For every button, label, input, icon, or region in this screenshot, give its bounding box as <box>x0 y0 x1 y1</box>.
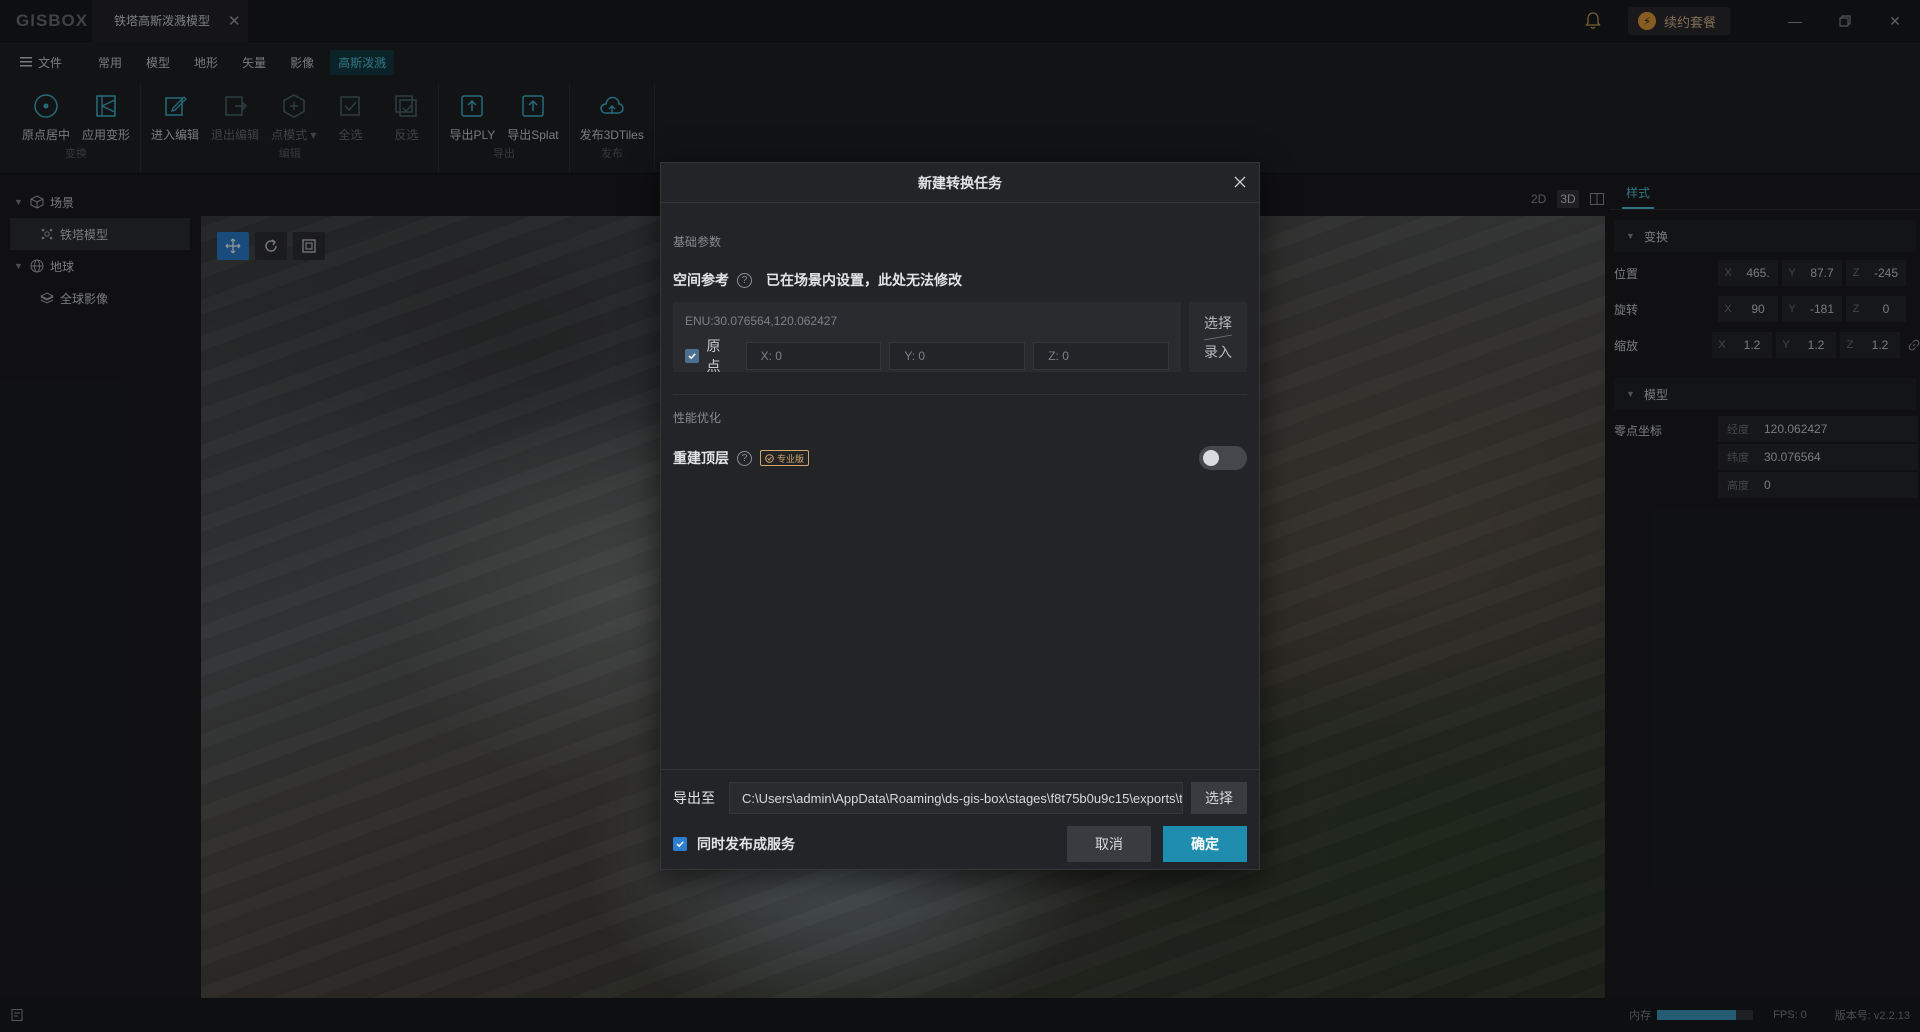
toggle-knob <box>1203 450 1219 466</box>
select-or-input-toggle[interactable]: 选择 录入 <box>1189 302 1247 372</box>
confirm-button[interactable]: 确定 <box>1163 826 1247 862</box>
origin-label: 原点 <box>706 338 721 374</box>
origin-checkbox[interactable] <box>685 349 699 363</box>
rebuild-top-toggle[interactable] <box>1199 446 1247 470</box>
rebuild-top-label: 重建顶层 <box>673 450 729 466</box>
pro-badge: 专业版 <box>760 450 810 466</box>
spatial-reference-note: 已在场景内设置，此处无法修改 <box>766 272 962 288</box>
enu-value: ENU:30.076564,120.062427 <box>685 314 838 328</box>
origin-y-input[interactable]: Y: 0 <box>889 342 1026 370</box>
new-conversion-task-dialog: 新建转换任务 基础参数 空间参考 ? 已在场景内设置，此处无法修改 ENU:30… <box>660 162 1260 870</box>
basic-params-section-title: 基础参数 <box>673 235 722 249</box>
cancel-button[interactable]: 取消 <box>1067 826 1151 862</box>
check-circle-icon <box>765 453 774 463</box>
export-path-select-button[interactable]: 选择 <box>1191 782 1247 814</box>
help-icon[interactable]: ? <box>737 272 752 288</box>
export-path-input[interactable]: C:\Users\admin\AppData\Roaming\ds-gis-bo… <box>729 782 1183 814</box>
section-divider <box>673 394 1247 395</box>
spatial-reference-label: 空间参考 <box>673 272 729 288</box>
origin-x-input[interactable]: X: 0 <box>745 342 882 370</box>
dialog-close-icon[interactable] <box>1233 175 1247 189</box>
input-option[interactable]: 录入 <box>1204 342 1232 362</box>
publish-service-checkbox[interactable] <box>673 837 687 851</box>
divider <box>1204 334 1232 340</box>
spatial-reference-box: ENU:30.076564,120.062427 原点 X: 0 Y: 0 Z:… <box>673 302 1181 374</box>
help-icon[interactable]: ? <box>737 450 752 466</box>
dialog-title: 新建转换任务 <box>918 174 1002 191</box>
select-option[interactable]: 选择 <box>1204 313 1232 333</box>
origin-z-input[interactable]: Z: 0 <box>1033 342 1170 370</box>
export-to-label: 导出至 <box>673 790 715 806</box>
publish-service-label: 同时发布成服务 <box>697 836 795 852</box>
perf-section-title: 性能优化 <box>673 411 722 425</box>
